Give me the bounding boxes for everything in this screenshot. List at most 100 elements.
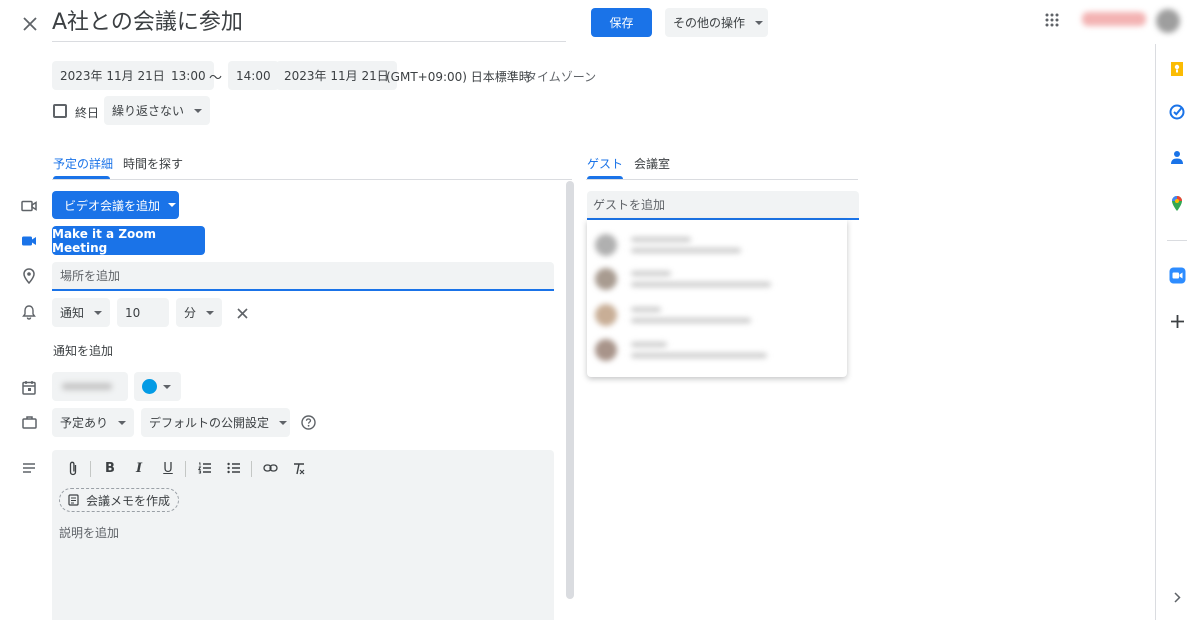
tab-find-time[interactable]: 時間を探す — [123, 155, 183, 172]
zoom-addon-icon[interactable] — [1166, 264, 1188, 286]
tasks-icon[interactable] — [1166, 101, 1188, 123]
text-lines-icon — [19, 458, 39, 478]
blurred-calendar-name — [62, 383, 112, 390]
timezone-link[interactable]: タイムゾーン — [525, 68, 596, 85]
start-time-field[interactable]: 13:00 — [163, 61, 214, 90]
start-time-value: 13:00 — [171, 68, 206, 83]
chevron-down-icon — [168, 203, 177, 207]
end-date-value: 2023年 11月 21日 — [284, 69, 389, 83]
add-video-conference-label: ビデオ会議を追加 — [64, 198, 161, 213]
chevron-down-icon — [206, 310, 215, 315]
location-input[interactable]: 場所を追加 — [52, 262, 554, 291]
guest-input-placeholder: ゲストを追加 — [593, 198, 666, 212]
bold-icon[interactable]: B — [100, 458, 120, 478]
side-panel-separator — [1167, 240, 1187, 241]
guest-suggestion[interactable] — [595, 339, 767, 361]
visibility-value: デフォルトの公開設定 — [149, 416, 270, 430]
bulleted-list-icon[interactable] — [224, 458, 244, 478]
availability-dropdown[interactable]: 予定あり — [52, 408, 134, 437]
plus-icon[interactable] — [1166, 310, 1188, 332]
left-tabs-divider — [52, 179, 572, 180]
event-color-dropdown[interactable] — [134, 372, 181, 401]
video-camera-icon — [19, 196, 39, 216]
chevron-down-icon — [163, 384, 171, 389]
add-video-conference-button[interactable]: ビデオ会議を追加 — [52, 191, 179, 219]
save-button[interactable]: 保存 — [591, 8, 652, 37]
end-time-value: 14:00 — [236, 68, 271, 83]
start-date-field[interactable]: 2023年 11月 21日 — [52, 61, 173, 90]
keep-icon[interactable] — [1166, 58, 1188, 80]
description-placeholder: 説明を追加 — [59, 526, 120, 540]
side-panel-divider — [1155, 44, 1156, 620]
calendar-select[interactable] — [52, 372, 128, 401]
clear-formatting-icon[interactable] — [289, 458, 309, 478]
repeat-dropdown[interactable]: 繰り返さない — [104, 96, 211, 125]
help-circle-icon[interactable] — [298, 412, 318, 432]
guest-input[interactable]: ゲストを追加 — [587, 191, 859, 220]
title-input[interactable]: A社との会議に参加 — [52, 4, 566, 42]
zoom-icon — [19, 231, 39, 251]
chevron-down-icon — [194, 108, 203, 113]
numbered-list-icon[interactable] — [195, 458, 215, 478]
apps-grid-icon[interactable] — [1041, 9, 1063, 31]
notification-unit-dropdown[interactable]: 分 — [176, 298, 222, 327]
avatar[interactable] — [1156, 9, 1180, 33]
start-date-value: 2023年 11月 21日 — [60, 69, 165, 83]
color-dot — [142, 379, 157, 394]
notification-value: 10 — [125, 305, 141, 320]
maps-icon[interactable] — [1166, 192, 1188, 214]
end-time-field[interactable]: 14:00 — [228, 61, 279, 90]
meeting-notes-button[interactable]: 会議メモを作成 — [59, 488, 179, 512]
meeting-notes-label: 会議メモを作成 — [86, 493, 171, 508]
zoom-meeting-label: Make it a Zoom Meeting — [52, 226, 157, 255]
calendar-icon — [19, 377, 39, 397]
briefcase-icon — [19, 412, 39, 432]
close-icon[interactable] — [18, 12, 42, 36]
save-button-label: 保存 — [609, 16, 634, 30]
visibility-dropdown[interactable]: デフォルトの公開設定 — [141, 408, 290, 437]
blurred-account-badge[interactable] — [1082, 12, 1146, 26]
scrollbar-thumb[interactable] — [566, 181, 574, 599]
tab-guests[interactable]: ゲスト — [587, 155, 623, 172]
tab-event-details[interactable]: 予定の詳細 — [53, 155, 113, 172]
all-day-checkbox[interactable] — [53, 104, 67, 118]
availability-value: 予定あり — [60, 416, 109, 430]
location-placeholder: 場所を追加 — [60, 269, 121, 283]
notification-type-value: 通知 — [60, 306, 85, 320]
guest-suggestion[interactable] — [595, 304, 751, 326]
repeat-label: 繰り返さない — [112, 104, 185, 118]
chevron-right-icon[interactable] — [1166, 586, 1188, 608]
chevron-down-icon — [118, 420, 127, 425]
time-separator: 〜 — [209, 71, 223, 86]
add-notification-link[interactable]: 通知を追加 — [53, 342, 113, 359]
toolbar-divider — [185, 461, 186, 477]
bell-icon — [19, 302, 39, 322]
chevron-down-icon — [94, 310, 103, 315]
chevron-down-icon — [755, 20, 764, 25]
notification-value-input[interactable]: 10 — [117, 298, 169, 327]
notes-icon — [68, 494, 79, 506]
tab-rooms[interactable]: 会議室 — [634, 155, 670, 172]
more-actions-dropdown[interactable]: その他の操作 — [665, 8, 768, 37]
right-tabs-divider — [586, 179, 858, 180]
remove-notification-icon[interactable] — [232, 303, 252, 323]
link-icon[interactable] — [260, 458, 280, 478]
timezone-text: (GMT+09:00) 日本標準時 — [386, 70, 531, 84]
notification-unit-value: 分 — [184, 306, 197, 320]
chevron-down-icon — [279, 420, 288, 425]
italic-icon[interactable]: I — [129, 458, 149, 478]
all-day-label: 終日 — [75, 106, 100, 120]
page-title: A社との会議に参加 — [52, 10, 243, 35]
guest-suggestion[interactable] — [595, 268, 771, 290]
attachment-icon[interactable] — [63, 458, 83, 478]
contacts-icon[interactable] — [1166, 146, 1188, 168]
notification-type-dropdown[interactable]: 通知 — [52, 298, 110, 327]
guest-suggestion[interactable] — [595, 234, 741, 256]
more-actions-label: その他の操作 — [673, 16, 746, 30]
end-date-field[interactable]: 2023年 11月 21日 — [276, 61, 397, 90]
underline-icon[interactable]: U — [158, 458, 178, 478]
guest-suggestions-dropdown[interactable] — [587, 220, 847, 377]
zoom-meeting-button[interactable]: Make it a Zoom Meeting — [52, 226, 205, 255]
location-pin-icon — [19, 266, 39, 286]
toolbar-divider — [90, 461, 91, 477]
